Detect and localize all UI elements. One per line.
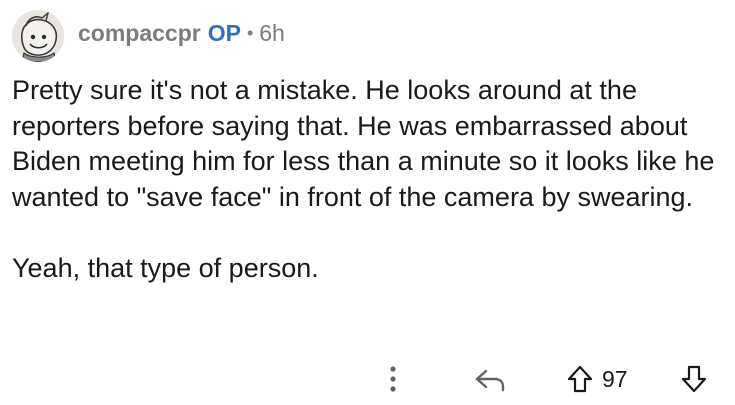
snoo-avatar-icon xyxy=(12,10,64,62)
comment-meta: compaccpr OP • 6h xyxy=(78,20,285,47)
avatar[interactable] xyxy=(12,10,64,62)
vote-score: 97 xyxy=(602,366,628,392)
username[interactable]: compaccpr xyxy=(78,20,201,47)
comment-action-bar: 97 xyxy=(0,360,735,400)
reply-icon xyxy=(475,369,505,392)
more-vertical-icon xyxy=(390,366,396,392)
comment-body: Pretty sure it's not a mistake. He looks… xyxy=(12,73,727,286)
meta-separator: • xyxy=(246,22,254,43)
downvote-button[interactable] xyxy=(679,363,709,395)
reply-button[interactable] xyxy=(470,362,510,396)
comment-paragraph: Pretty sure it's not a mistake. He looks… xyxy=(12,75,722,212)
comment-age: 6h xyxy=(259,19,285,46)
op-badge: OP xyxy=(207,19,241,46)
upvote-button[interactable] xyxy=(565,363,595,395)
downvote-arrow-icon xyxy=(681,365,707,393)
more-options-button[interactable] xyxy=(381,362,405,396)
upvote-arrow-icon xyxy=(567,365,593,393)
comment-paragraph: Yeah, that type of person. xyxy=(12,252,319,283)
comment: compaccpr OP • 6h Pretty sure it's not a… xyxy=(0,0,735,405)
comment-header: compaccpr OP • 6h xyxy=(12,10,285,62)
